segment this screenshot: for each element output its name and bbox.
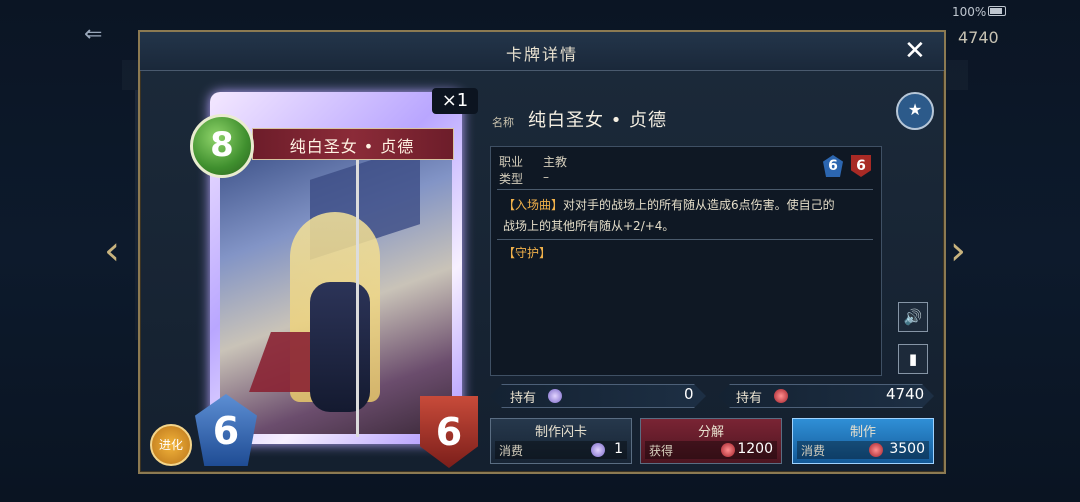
voice-speaker-icon[interactable]: 🔊 [898,302,928,332]
card-story-icon[interactable]: ▮ [898,344,928,374]
vial-icon [774,389,788,403]
evolved-attack-gem: 6 [823,155,843,177]
dismantle-gain-value: 1200 [737,441,773,457]
spear [356,157,359,437]
dialog-title: 卡牌详情 [505,45,578,64]
card-name-plate-text: 纯白圣女 • 贞德 [289,137,415,156]
craft-premium-title: 制作闪卡 [534,425,587,440]
craft-premium-cost-row: 消费 1 [495,441,627,459]
card-detail-dialog: 卡牌详情 ✕ 纯白圣女 • 贞德 8 ×1 6 6 进化 名称 纯白圣女 • 贞… [138,30,946,474]
guard-text: 【守护】 [503,243,551,264]
name-label: 名称 [492,116,514,129]
craft-cost-value: 3500 [889,441,925,457]
dismantle-gain-row: 获得 1200 [645,441,777,459]
previous-card-arrow-icon[interactable]: ‹ [104,228,120,274]
craft-premium-cost-value: 1 [614,441,623,457]
card-copies-count: ×1 [432,88,478,114]
vial-icon [721,443,735,457]
premium-orb-icon [548,389,562,403]
owned-premium-label: 持有 [510,391,537,406]
guard-keyword: 【守护】 [503,246,552,260]
battery-icon [988,6,1006,16]
divider [497,239,873,240]
close-icon[interactable]: ✕ [904,36,926,66]
craft-premium-cost-label: 消费 [499,444,524,458]
card-defense-shield: 6 [420,396,478,468]
card-name: 纯白圣女 • 贞德 [528,110,668,131]
character-body [310,282,370,412]
craft-title: 制作 [849,425,876,440]
effect-line-2: 战场上的其他所有随从+2/+4。 [503,219,675,233]
class-value: 主教 [543,155,568,169]
craft-button[interactable]: 制作 消费 3500 [792,418,934,464]
owned-vials-value: 4740 [886,385,925,403]
craft-cost-row: 消费 3500 [797,441,929,459]
owned-vials-label: 持有 [736,391,763,406]
type-label: 类型 [499,172,524,186]
vial-icon [869,443,883,457]
divider [497,189,873,190]
class-label: 职业 [499,155,524,169]
owned-premium-value: 0 [684,385,694,403]
battery-percentage: 100% [952,5,987,19]
evolved-defense-gem: 6 [851,155,871,177]
craft-cost-label: 消费 [801,444,826,458]
evolve-button[interactable]: 进化 [150,424,192,466]
dismantle-button[interactable]: 分解 获得 1200 [640,418,782,464]
dismantle-gain-label: 获得 [649,444,674,458]
card-info-box: 职业 主教 类型 – 6 6 【入场曲】对对手的战场上的所有随从造成6点伤害。使… [490,146,882,376]
bookmark-icon[interactable]: ★ [896,92,934,130]
back-arrow-icon[interactable]: ⇐ [84,22,102,47]
dismantle-title: 分解 [697,425,724,440]
fanfare-keyword: 【入场曲】 [503,198,564,212]
type-value: – [543,170,549,184]
next-card-arrow-icon[interactable]: › [950,228,966,274]
background-coin-count: 4740 [958,28,999,47]
effect-line-1: 对对手的战场上的所有随从造成6点伤害。使自己的 [563,198,835,212]
premium-orb-icon [591,443,605,457]
effect-text: 【入场曲】对对手的战场上的所有随从造成6点伤害。使自己的 战场上的其他所有随从+… [503,195,873,237]
card-cost-gem: 8 [190,114,254,178]
craft-premium-button[interactable]: 制作闪卡 消费 1 [490,418,632,464]
